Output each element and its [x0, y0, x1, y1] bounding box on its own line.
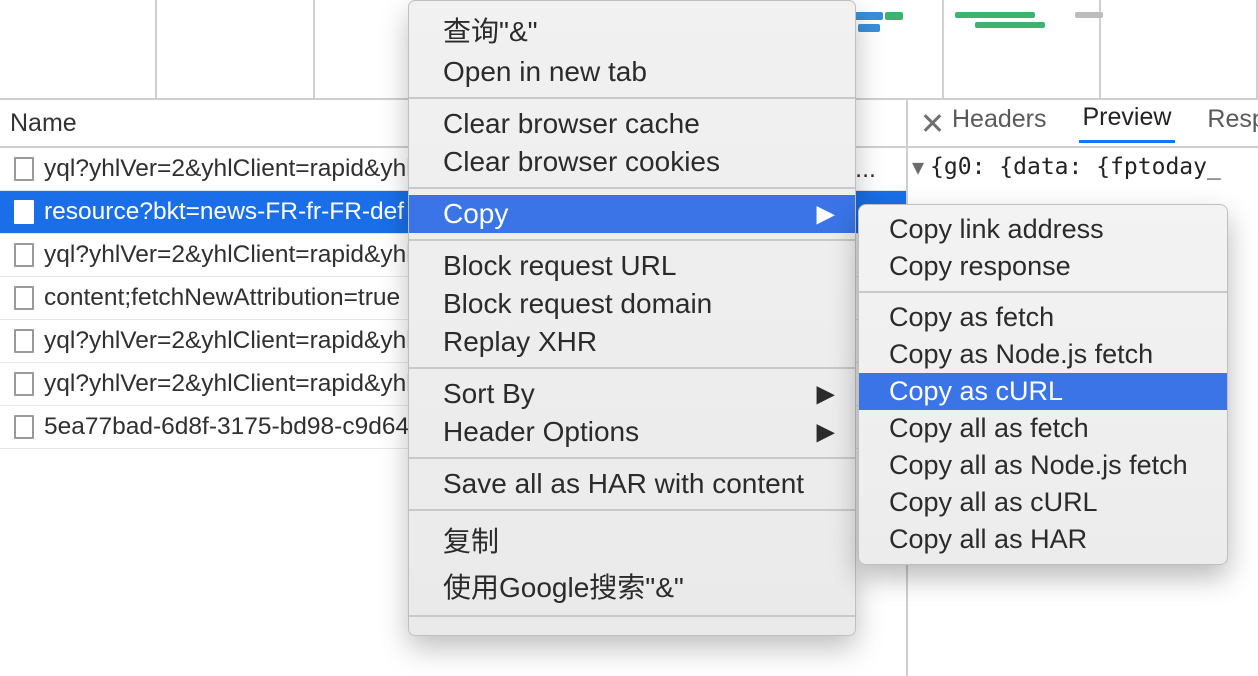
cm-search-token[interactable]: 查询"&": [409, 7, 855, 53]
cm-copy-label: Copy: [443, 198, 508, 229]
file-icon: [14, 372, 34, 396]
chevron-right-icon: ▶: [817, 380, 835, 409]
sm-copy-link[interactable]: Copy link address: [859, 211, 1227, 248]
request-name: yql?yhlVer=2&yhlClient=rapid&yhlS=: [44, 327, 414, 355]
tab-preview[interactable]: Preview: [1079, 103, 1176, 143]
menu-separator: [409, 457, 855, 459]
file-icon: [14, 243, 34, 267]
file-icon: [14, 415, 34, 439]
cm-copy-zh[interactable]: 复制: [409, 517, 855, 563]
file-icon: [14, 329, 34, 353]
sm-copy-as-curl[interactable]: Copy as cURL: [859, 373, 1227, 410]
file-icon: [14, 157, 34, 181]
menu-separator: [409, 367, 855, 369]
sm-copy-as-fetch[interactable]: Copy as fetch: [859, 299, 1227, 336]
disclosure-triangle-icon[interactable]: ▼: [912, 155, 924, 179]
cm-sort-by-label: Sort By: [443, 378, 535, 409]
context-menu: 查询"&" Open in new tab Clear browser cach…: [408, 0, 856, 636]
cm-sort-by[interactable]: Sort By ▶: [409, 375, 855, 413]
cm-header-options-label: Header Options: [443, 416, 639, 447]
menu-separator: [409, 615, 855, 617]
request-name: 5ea77bad-6d8f-3175-bd98-c9d64: [44, 413, 414, 441]
cm-save-har[interactable]: Save all as HAR with content: [409, 465, 855, 503]
sm-copy-all-as-fetch[interactable]: Copy all as fetch: [859, 410, 1227, 447]
sm-copy-all-as-curl[interactable]: Copy all as cURL: [859, 484, 1227, 521]
request-name: content;fetchNewAttribution=true: [44, 284, 414, 312]
preview-json-line: {g0: {data: {fptoday_: [930, 154, 1221, 180]
cm-clear-cache[interactable]: Clear browser cache: [409, 105, 855, 143]
tab-headers[interactable]: Headers: [948, 105, 1051, 142]
cm-open-new-tab[interactable]: Open in new tab: [409, 53, 855, 91]
chevron-right-icon: ▶: [817, 418, 835, 447]
file-icon: [14, 286, 34, 310]
sm-copy-all-as-har[interactable]: Copy all as HAR: [859, 521, 1227, 558]
sm-copy-all-as-node-fetch[interactable]: Copy all as Node.js fetch: [859, 447, 1227, 484]
request-name: yql?yhlVer=2&yhlClient=rapid&yhlS=: [44, 370, 414, 398]
cm-block-domain[interactable]: Block request domain: [409, 285, 855, 323]
cm-clear-cookies[interactable]: Clear browser cookies: [409, 143, 855, 181]
menu-separator: [409, 509, 855, 511]
menu-separator: [859, 291, 1227, 293]
preview-body: ▼{g0: {data: {fptoday_: [908, 148, 1258, 186]
cm-copy[interactable]: Copy ▶: [409, 195, 855, 233]
request-name: yql?yhlVer=2&yhlClient=rapid&yhlS=: [44, 241, 414, 269]
menu-separator: [409, 239, 855, 241]
menu-separator: [409, 187, 855, 189]
sm-copy-response[interactable]: Copy response: [859, 248, 1227, 285]
copy-submenu: Copy link address Copy response Copy as …: [858, 204, 1228, 565]
request-name: yql?yhlVer=2&yhlClient=rapid&yhlS=: [44, 155, 414, 183]
chevron-right-icon: ▶: [817, 200, 835, 229]
cm-header-options[interactable]: Header Options ▶: [409, 413, 855, 451]
sm-copy-as-node-fetch[interactable]: Copy as Node.js fetch: [859, 336, 1227, 373]
menu-separator: [409, 97, 855, 99]
tab-response[interactable]: Response: [1203, 105, 1258, 142]
file-icon: [14, 200, 34, 224]
cm-replay-xhr[interactable]: Replay XHR: [409, 323, 855, 361]
cm-block-url[interactable]: Block request URL: [409, 247, 855, 285]
details-tabs: Headers Preview Response: [908, 100, 1258, 148]
cm-google-search-zh[interactable]: 使用Google搜索"&": [409, 563, 855, 609]
